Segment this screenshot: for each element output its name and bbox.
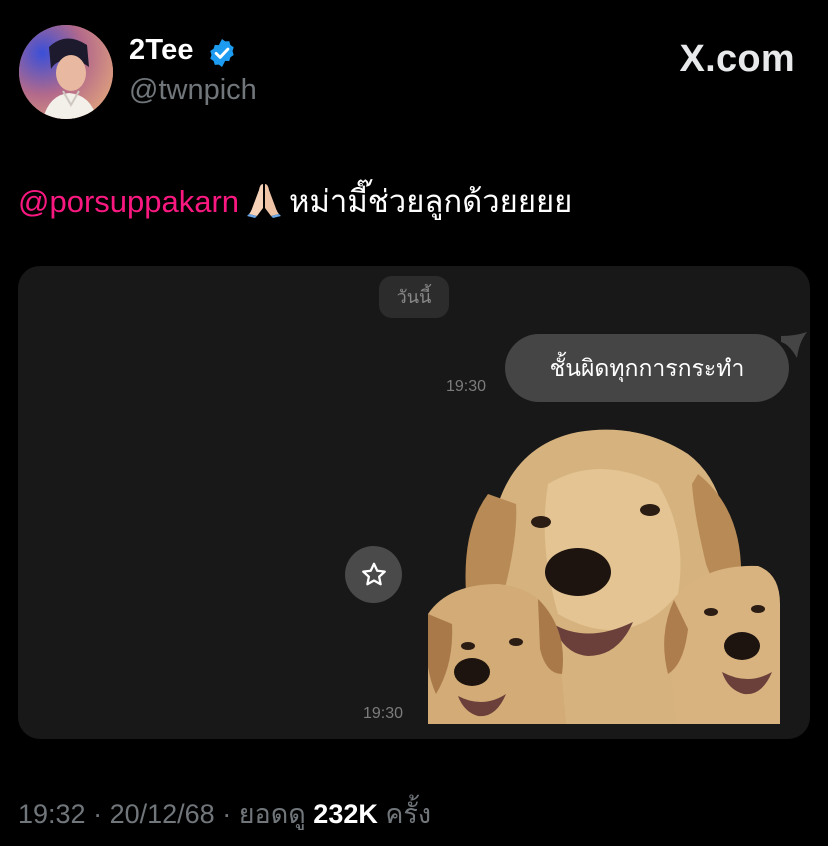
handle[interactable]: @twnpich: [129, 74, 257, 107]
tweet-text: @porsuppakarn หม่ามี๊ช่วยลูกด้วยยยย: [18, 176, 572, 226]
tweet-date[interactable]: 20/12/68: [110, 799, 215, 829]
views-suffix: ครั้ง: [377, 799, 432, 829]
bubble-tail-icon: [781, 332, 807, 358]
brand-logo: X.com: [679, 38, 795, 80]
verified-badge-icon: [206, 37, 238, 69]
tweet-meta: 19:32 · 20/12/68 · ยอดดู 232K ครั้ง: [18, 792, 431, 835]
folded-hands-icon: [247, 182, 282, 226]
views-label: ยอดดู: [238, 799, 314, 829]
favorite-star-button[interactable]: [345, 546, 402, 603]
date-chip: วันนี้: [379, 276, 449, 318]
avatar[interactable]: [19, 25, 113, 119]
message-time: 19:30: [446, 378, 487, 395]
sticker-time: 19:30: [363, 705, 404, 722]
separator: ·: [85, 799, 110, 829]
tweet-time[interactable]: 19:32: [18, 799, 86, 829]
tweet-body: หม่ามี๊ช่วยลูกด้วยยยย: [289, 184, 573, 219]
separator: ·: [214, 799, 239, 829]
golden-retriever-sticker-icon: [428, 429, 780, 724]
display-name[interactable]: 2Tee: [129, 34, 194, 67]
mention-link[interactable]: @porsuppakarn: [18, 184, 239, 219]
message-bubble: ชั้นผิดทุกการกระทำ: [505, 334, 789, 402]
star-icon: [361, 562, 386, 585]
chat-screenshot-card[interactable]: วันนี้ 19:30 ชั้นผิดทุกการกระทำ 19:30: [18, 266, 810, 739]
views-count: 232K: [313, 799, 378, 829]
